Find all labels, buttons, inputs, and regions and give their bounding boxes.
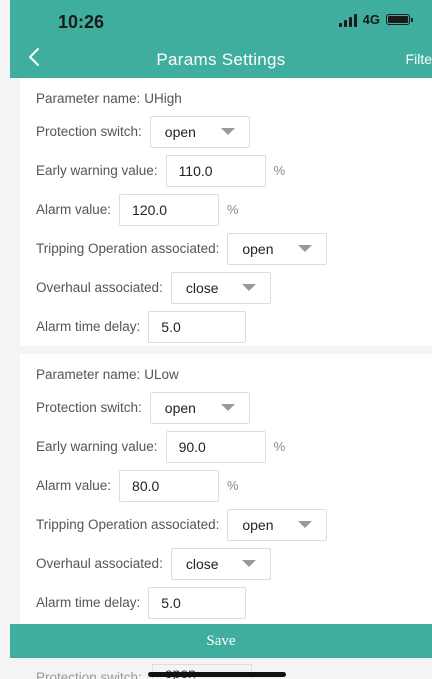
protection-switch-label: Protection switch: <box>36 669 142 679</box>
early-warning-input[interactable]: 110.0 <box>165 154 266 187</box>
status-indicators: 4G <box>338 12 413 27</box>
network-type: 4G <box>362 12 380 27</box>
percent-unit: % <box>273 439 286 454</box>
caret-down-icon <box>298 521 313 528</box>
caret-down-icon <box>220 128 235 135</box>
alarm-delay-label: Alarm time delay: <box>36 595 141 610</box>
protection-switch-label: Protection switch: <box>36 400 142 415</box>
protection-switch-value: open <box>164 399 196 416</box>
overhaul-select[interactable]: close <box>170 547 271 580</box>
params-list: Parameter name: UHigh Protection switch:… <box>20 78 432 624</box>
page-title: Params Settings <box>156 50 286 69</box>
tripping-value: open <box>242 516 274 533</box>
percent-unit: % <box>273 163 286 178</box>
param-card-ulow: Parameter name: ULow Protection switch: … <box>20 354 432 624</box>
status-time: 10:26 <box>58 12 105 32</box>
tripping-value: open <box>242 240 274 257</box>
overhaul-value: close <box>185 555 219 572</box>
early-warning-label: Early warning value: <box>36 163 158 178</box>
signal-icon <box>338 13 357 27</box>
early-warning-label: Early warning value: <box>36 439 158 454</box>
protection-switch-select[interactable]: open <box>149 115 250 148</box>
alarm-value-input[interactable]: 120.0 <box>119 193 220 226</box>
battery-icon <box>386 14 413 25</box>
alarm-delay-input[interactable]: 5.0 <box>148 586 247 619</box>
protection-switch-value: open <box>164 123 196 140</box>
alarm-delay-input[interactable]: 5.0 <box>148 310 247 343</box>
percent-unit: % <box>227 202 239 217</box>
overhaul-row: Overhaul associated: close <box>36 268 432 307</box>
filter-button[interactable]: Filte <box>406 51 432 67</box>
param-name-row: Parameter name: UHigh <box>36 78 432 112</box>
protection-switch-row: Protection switch: open <box>36 388 432 427</box>
overhaul-label: Overhaul associated: <box>36 280 163 295</box>
alarm-value-row: Alarm value: 120.0 % <box>36 190 432 229</box>
param-name-value: ULow <box>144 366 179 382</box>
overhaul-row: Overhaul associated: close <box>36 544 432 583</box>
save-button[interactable]: Save <box>10 624 432 658</box>
alarm-value-input[interactable]: 80.0 <box>119 469 220 502</box>
alarm-value-label: Alarm value: <box>36 202 112 217</box>
tripping-label: Tripping Operation associated: <box>36 241 220 256</box>
alarm-delay-label: Alarm time delay: <box>36 319 141 334</box>
caret-down-icon <box>241 284 256 291</box>
early-warning-row: Early warning value: 90.0 % <box>36 427 432 466</box>
early-warning-input[interactable]: 90.0 <box>165 430 266 463</box>
tripping-select[interactable]: open <box>227 508 328 541</box>
caret-down-icon <box>220 404 235 411</box>
nav-bar: Params Settings Filte <box>10 42 432 78</box>
caret-down-icon <box>241 560 256 567</box>
protection-switch-select[interactable]: open <box>149 391 250 424</box>
tripping-row: Tripping Operation associated: open <box>36 505 432 544</box>
overhaul-label: Overhaul associated: <box>36 556 163 571</box>
param-name-label: Parameter name: <box>36 366 141 382</box>
percent-unit: % <box>227 478 239 493</box>
protection-switch-label: Protection switch: <box>36 124 142 139</box>
early-warning-row: Early warning value: 110.0 % <box>36 151 432 190</box>
alarm-delay-row: Alarm time delay: 5.0 <box>36 583 432 622</box>
overhaul-value: close <box>185 279 219 296</box>
tripping-label: Tripping Operation associated: <box>36 517 220 532</box>
caret-down-icon <box>298 245 313 252</box>
param-card-uhigh: Parameter name: UHigh Protection switch:… <box>20 78 432 346</box>
alarm-delay-row: Alarm time delay: 5.0 <box>36 307 432 346</box>
param-name-label: Parameter name: <box>36 90 141 106</box>
home-indicator[interactable] <box>148 672 286 677</box>
param-name-value: UHigh <box>144 90 182 106</box>
param-name-row: Parameter name: ULow <box>36 354 432 388</box>
tripping-select[interactable]: open <box>227 232 328 265</box>
protection-switch-row: Protection switch: open <box>36 112 432 151</box>
tripping-row: Tripping Operation associated: open <box>36 229 432 268</box>
overhaul-select[interactable]: close <box>170 271 271 304</box>
alarm-value-row: Alarm value: 80.0 % <box>36 466 432 505</box>
status-bar: 10:26 4G <box>10 0 432 42</box>
alarm-value-label: Alarm value: <box>36 478 112 493</box>
